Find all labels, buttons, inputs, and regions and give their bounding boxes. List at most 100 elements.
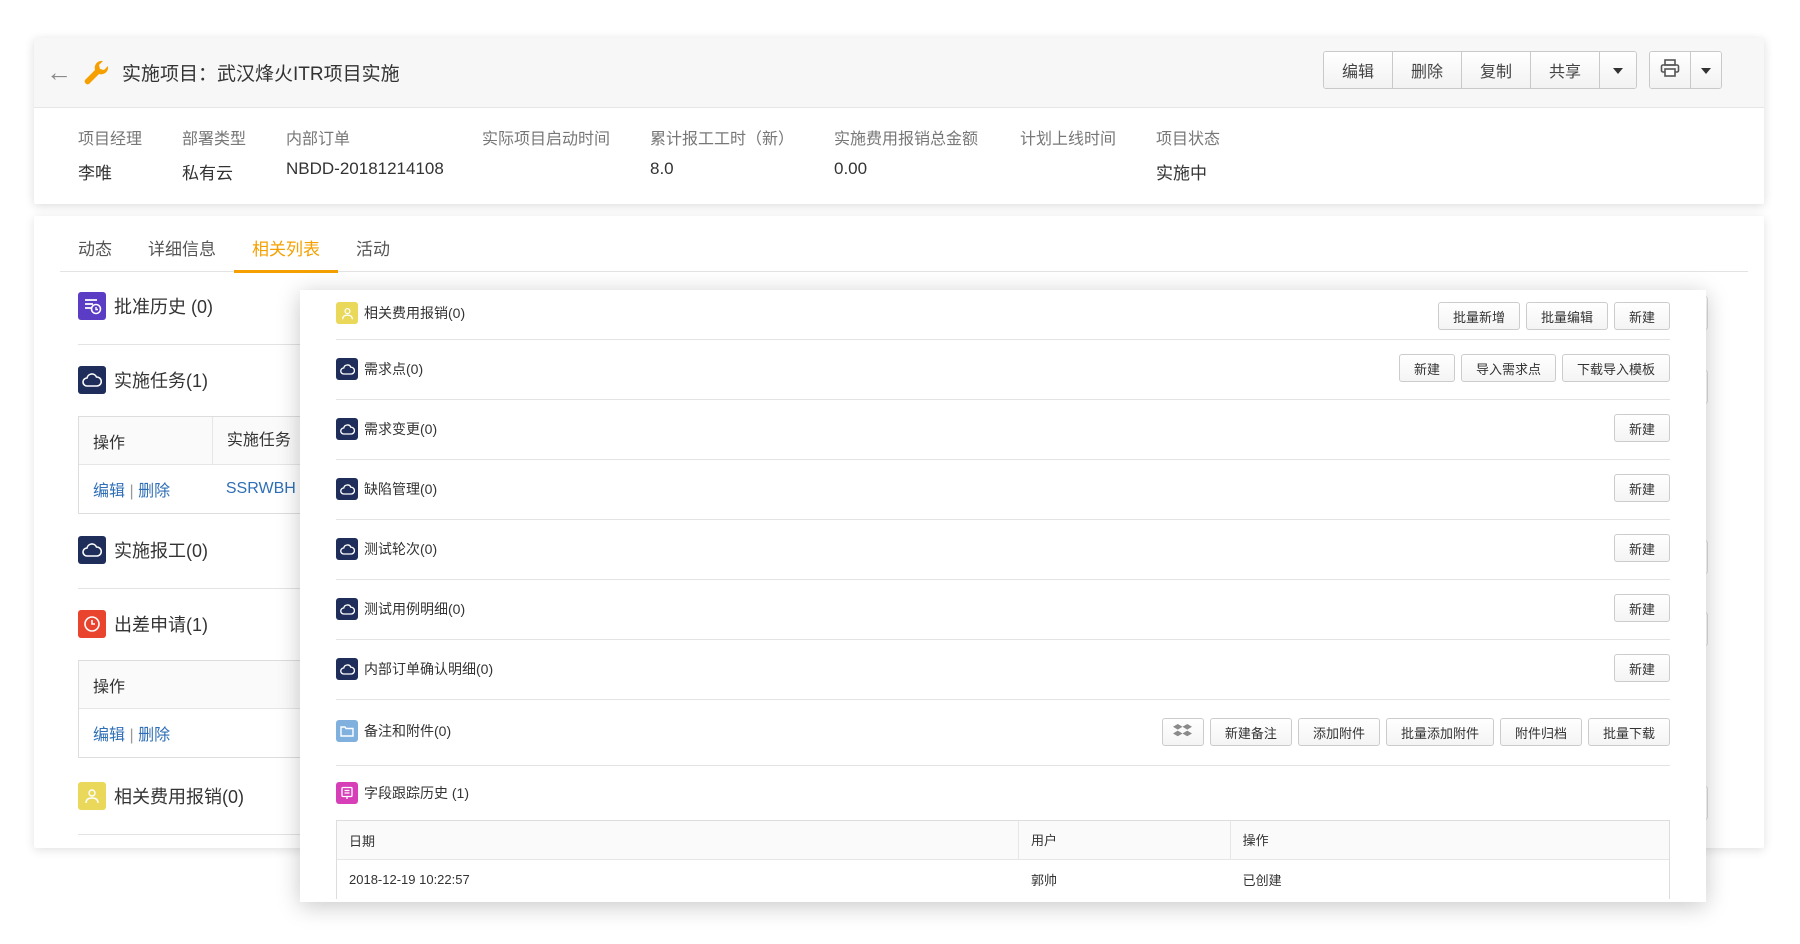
more-actions-button[interactable] xyxy=(1600,52,1636,88)
section-title: 批准历史 (0) xyxy=(114,297,213,317)
section-expense[interactable]: 相关费用报销(0) xyxy=(78,782,244,810)
tab-related-lists[interactable]: 相关列表 xyxy=(234,216,338,273)
history-action: 已创建 xyxy=(1242,873,1282,888)
related-list-title: 需求变更(0) xyxy=(364,421,438,437)
copy-button[interactable]: 复制 xyxy=(1461,52,1531,88)
column-header: 操作 xyxy=(1229,820,1669,860)
divider xyxy=(78,344,318,345)
tab-feed[interactable]: 动态 xyxy=(60,216,130,272)
section-title: 实施任务(1) xyxy=(114,371,208,391)
delete-link[interactable]: 删除 xyxy=(138,483,170,500)
table-header-row: 操作 实施任务 xyxy=(79,416,317,465)
related-list-header[interactable]: 需求点(0) xyxy=(336,358,423,380)
separator: | xyxy=(125,727,139,744)
field-deploy-type: 部署类型 私有云 xyxy=(182,125,250,183)
related-list-header[interactable]: 测试用例明细(0) xyxy=(336,598,465,620)
share-button[interactable]: 共享 xyxy=(1530,52,1600,88)
new-button[interactable]: 新建 xyxy=(1613,654,1670,682)
clock-icon xyxy=(78,610,106,638)
batch-add-attachment-button[interactable]: 批量添加附件 xyxy=(1385,718,1494,746)
field-expense-total: 实施费用报销总金额 0.00 xyxy=(834,125,984,181)
tab-activity[interactable]: 活动 xyxy=(338,216,408,272)
trip-table: 操作 编辑 | 删除 xyxy=(78,660,318,758)
folder-icon xyxy=(336,720,358,742)
new-button[interactable]: 新建 xyxy=(1613,302,1670,330)
related-list-header[interactable]: 内部订单确认明细(0) xyxy=(336,658,493,680)
field-value: 实施中 xyxy=(1156,164,1207,183)
field-internal-order: 内部订单 NBDD-20181214108 xyxy=(286,125,446,181)
section-impl-tasks[interactable]: 实施任务(1) xyxy=(78,366,208,394)
new-button[interactable]: 新建 xyxy=(1613,594,1670,622)
batch-edit-button[interactable]: 批量编辑 xyxy=(1525,302,1608,330)
field-project-status: 项目状态 实施中 xyxy=(1156,125,1236,183)
new-button[interactable]: 新建 xyxy=(1398,354,1455,382)
download-template-button[interactable]: 下载导入模板 xyxy=(1561,354,1670,382)
print-button[interactable] xyxy=(1650,52,1691,88)
related-requirement-changes: 需求变更(0) 新建 xyxy=(336,400,1670,460)
field-value[interactable]: NBDD-20181214108 xyxy=(286,159,446,181)
delete-button[interactable]: 删除 xyxy=(1392,52,1462,88)
cloud-icon xyxy=(78,366,106,394)
related-list-header[interactable]: 相关费用报销(0) xyxy=(336,302,465,324)
related-list-header[interactable]: 缺陷管理(0) xyxy=(336,478,437,500)
field-history-header[interactable]: 字段跟踪历史 (1) xyxy=(336,782,469,804)
section-title: 出差申请(1) xyxy=(114,615,208,635)
edit-link[interactable]: 编辑 xyxy=(93,727,125,744)
delete-link[interactable]: 删除 xyxy=(138,727,170,744)
section-title: 相关费用报销(0) xyxy=(114,787,244,807)
related-list-title: 内部订单确认明细(0) xyxy=(364,661,494,677)
cloud-icon xyxy=(336,478,358,500)
related-list-title: 相关费用报销(0) xyxy=(364,305,466,321)
record-toolbar: 编辑 删除 复制 共享 xyxy=(1322,51,1722,89)
cloud-icon xyxy=(336,418,358,440)
related-defects: 缺陷管理(0) 新建 xyxy=(336,460,1670,520)
header-bar: ← 实施项目：武汉烽火ITR项目实施 编辑 删除 复制 共享 xyxy=(34,38,1764,108)
related-order-confirmations: 内部订单确认明细(0) 新建 xyxy=(336,640,1670,700)
dropbox-button[interactable] xyxy=(1161,718,1204,746)
related-requirement-points: 需求点(0) 新建 导入需求点 下载导入模板 xyxy=(336,340,1670,400)
import-requirements-button[interactable]: 导入需求点 xyxy=(1460,354,1556,382)
print-options-button[interactable] xyxy=(1691,52,1721,88)
field-label: 项目状态 xyxy=(1156,131,1221,148)
archive-attachments-button[interactable]: 附件归档 xyxy=(1499,718,1582,746)
cloud-icon xyxy=(78,536,106,564)
section-approval-history[interactable]: 批准历史 (0) xyxy=(78,292,213,320)
field-value: 私有云 xyxy=(182,164,233,183)
back-arrow-icon[interactable]: ← xyxy=(44,57,74,88)
section-work-report[interactable]: 实施报工(0) xyxy=(78,536,208,564)
section-title: 实施报工(0) xyxy=(114,541,208,561)
tab-bar: 动态 详细信息 相关列表 活动 xyxy=(60,216,1748,273)
history-date: 2018-12-19 10:22:57 xyxy=(349,872,470,887)
related-list-title: 需求点(0) xyxy=(364,361,424,377)
new-button[interactable]: 新建 xyxy=(1613,534,1670,562)
related-list-header[interactable]: 备注和附件(0) xyxy=(336,720,451,742)
column-header: 用户 xyxy=(1017,820,1230,860)
table-row: 编辑 | 删除 xyxy=(79,709,317,757)
dropbox-icon xyxy=(1172,723,1193,742)
edit-button[interactable]: 编辑 xyxy=(1323,52,1393,88)
field-history-table: 日期 用户 操作 2018-12-19 10:22:57 郭帅 已创建 xyxy=(336,820,1670,899)
related-list-actions: 新建 xyxy=(1608,654,1670,682)
field-label: 实施费用报销总金额 xyxy=(834,131,979,148)
related-list-header[interactable]: 测试轮次(0) xyxy=(336,538,437,560)
new-button[interactable]: 新建 xyxy=(1613,414,1670,442)
related-list-title: 备注和附件(0) xyxy=(364,723,452,739)
new-note-button[interactable]: 新建备注 xyxy=(1209,718,1292,746)
batch-add-button[interactable]: 批量新增 xyxy=(1437,302,1520,330)
new-button[interactable]: 新建 xyxy=(1613,474,1670,502)
related-list-header[interactable]: 需求变更(0) xyxy=(336,418,437,440)
batch-download-button[interactable]: 批量下载 xyxy=(1587,718,1670,746)
section-trip-request[interactable]: 出差申请(1) xyxy=(78,610,208,638)
field-label: 累计报工工时（新） xyxy=(650,131,795,148)
tab-details[interactable]: 详细信息 xyxy=(130,216,234,272)
row-actions: 编辑 | 删除 xyxy=(79,477,212,501)
history-user: 郭帅 xyxy=(1030,873,1057,888)
action-button-group: 编辑 删除 复制 共享 xyxy=(1322,51,1637,89)
field-label: 实际项目启动时间 xyxy=(482,131,611,148)
field-label: 项目经理 xyxy=(78,131,143,148)
person-icon xyxy=(78,782,106,810)
edit-link[interactable]: 编辑 xyxy=(93,483,125,500)
add-attachment-button[interactable]: 添加附件 xyxy=(1297,718,1380,746)
field-value xyxy=(482,159,614,181)
field-total-hours: 累计报工工时（新） 8.0 xyxy=(650,125,798,181)
